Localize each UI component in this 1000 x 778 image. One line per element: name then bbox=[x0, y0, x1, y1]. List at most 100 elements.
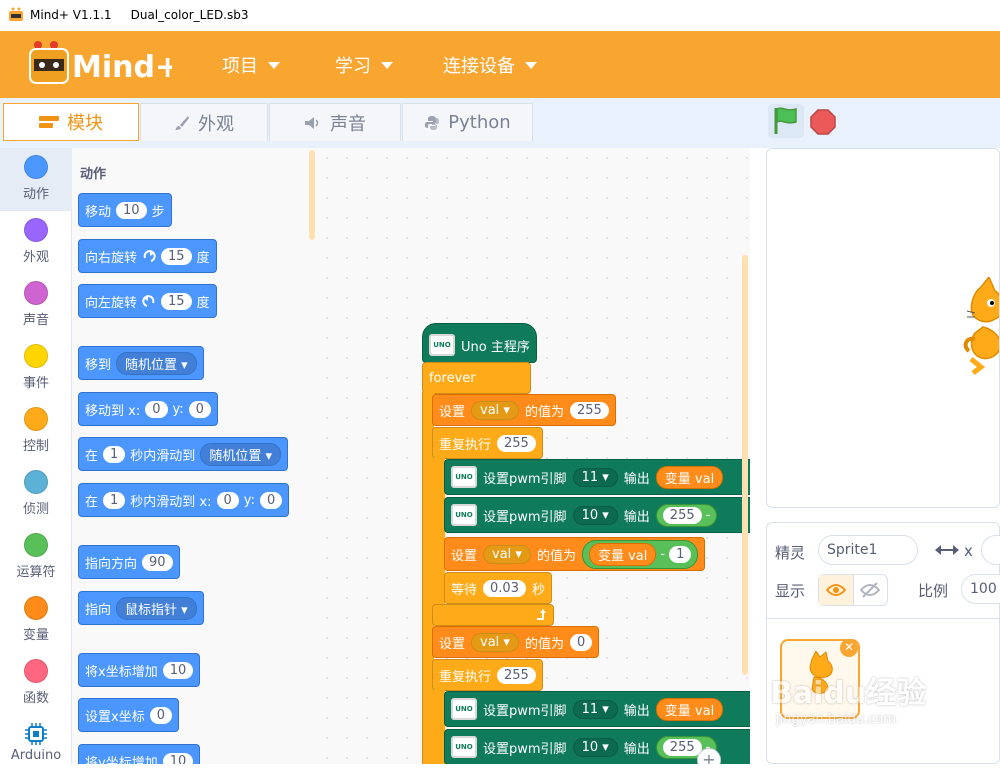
block-input[interactable]: 10 bbox=[116, 201, 147, 219]
hide-button[interactable] bbox=[854, 575, 888, 605]
block-turn-left[interactable]: 向左旋转 15 度 bbox=[78, 284, 217, 318]
uno-board-icon: UNO bbox=[429, 334, 455, 356]
subtract-operator[interactable]: 变量 val -1 bbox=[581, 539, 699, 569]
variable-reporter[interactable]: 变量 val bbox=[655, 697, 724, 721]
block-input[interactable]: 0 bbox=[216, 491, 239, 509]
category-looks[interactable]: 外观 bbox=[0, 211, 72, 274]
block-input[interactable]: 0 bbox=[149, 706, 172, 724]
variable-dropdown[interactable]: val ▾ bbox=[483, 544, 531, 564]
block-text: y: bbox=[243, 492, 255, 508]
block-forever[interactable]: forever bbox=[422, 362, 531, 394]
block-input[interactable]: 255 bbox=[497, 666, 536, 684]
x-input[interactable] bbox=[981, 535, 1000, 565]
block-point-direction[interactable]: 指向方向 90 bbox=[78, 545, 180, 579]
uno-board-icon: UNO bbox=[451, 504, 477, 526]
block-input[interactable]: 0 bbox=[145, 400, 168, 418]
block-input[interactable]: 0 bbox=[259, 491, 283, 509]
stage[interactable] bbox=[766, 148, 1000, 508]
show-button[interactable] bbox=[819, 575, 854, 605]
category-variables[interactable]: 变量 bbox=[0, 589, 72, 652]
pin-dropdown[interactable]: 10 ▾ bbox=[572, 505, 618, 525]
sprite-name-input[interactable]: Sprite1 bbox=[818, 535, 918, 565]
block-change-y[interactable]: 将y坐标增加 10 bbox=[78, 744, 201, 764]
block-input[interactable]: 10 bbox=[162, 752, 194, 764]
repeat-end bbox=[432, 604, 554, 626]
block-input[interactable]: 255 bbox=[497, 434, 536, 452]
block-uno-main[interactable]: UNO Uno 主程序 bbox=[422, 323, 537, 363]
block-goto-xy[interactable]: 移动到 x: 0 y: 0 bbox=[78, 392, 218, 426]
block-input[interactable]: 0 bbox=[188, 400, 211, 418]
tab-python[interactable]: Python bbox=[402, 103, 533, 141]
block-set-variable[interactable]: 设置 val ▾ 的值为 变量 val -1 bbox=[444, 537, 706, 571]
category-label: 运算符 bbox=[16, 565, 56, 580]
script-workspace[interactable]: UNO Uno 主程序 forever 设置 val ▾ 的值为 255 重复执行 25… bbox=[317, 148, 750, 764]
palette-scrollbar[interactable] bbox=[309, 150, 315, 240]
category-motion[interactable]: 动作 bbox=[0, 148, 72, 211]
category-sensing[interactable]: 侦测 bbox=[0, 463, 72, 526]
variable-dropdown[interactable]: val ▾ bbox=[471, 400, 519, 420]
tab-sounds[interactable]: 声音 bbox=[269, 103, 401, 141]
block-input[interactable]: 1 bbox=[103, 491, 126, 509]
subtract-operator[interactable]: 255- bbox=[655, 503, 718, 527]
stop-icon[interactable] bbox=[810, 109, 836, 135]
block-point-towards[interactable]: 指向 鼠标指针 ▾ bbox=[78, 591, 204, 625]
block-input[interactable]: 1 bbox=[103, 445, 126, 463]
pin-dropdown[interactable]: 11 ▾ bbox=[572, 467, 618, 487]
scale-input[interactable]: 100 bbox=[961, 574, 1000, 604]
block-input[interactable]: 15 bbox=[161, 292, 192, 310]
category-sound[interactable]: 声音 bbox=[0, 274, 72, 337]
block-move-steps[interactable]: 移动 10 步 bbox=[78, 193, 172, 227]
block-set-variable[interactable]: 设置 val ▾ 的值为 0 bbox=[432, 626, 600, 658]
loop-arrow-icon bbox=[537, 609, 546, 620]
block-input[interactable]: 255 bbox=[662, 506, 702, 524]
block-wait[interactable]: 等待 0.03 秒 bbox=[444, 572, 552, 604]
tab-blocks[interactable]: 模块 bbox=[3, 103, 139, 141]
block-input[interactable]: 0.03 bbox=[483, 579, 526, 597]
category-operators[interactable]: 运算符 bbox=[0, 526, 72, 589]
pin-dropdown[interactable]: 11 ▾ bbox=[572, 699, 618, 719]
mindplus-logo[interactable]: Mind+ bbox=[24, 39, 172, 89]
block-set-x[interactable]: 设置x坐标 0 bbox=[78, 698, 179, 732]
block-input[interactable]: 255 bbox=[569, 401, 609, 419]
block-set-pwm[interactable]: UNO 设置pwm引脚 11 ▾ 输出 变量 val bbox=[444, 691, 750, 727]
delete-sprite-button[interactable]: ✕ bbox=[840, 639, 858, 657]
block-input[interactable]: 1 bbox=[669, 545, 692, 563]
block-dropdown[interactable]: 随机位置 ▾ bbox=[200, 442, 281, 466]
category-control[interactable]: 控制 bbox=[0, 400, 72, 463]
variable-reporter[interactable]: 变量 val bbox=[655, 465, 724, 489]
block-repeat[interactable]: 重复执行 255 bbox=[432, 427, 543, 459]
block-input[interactable]: 0 bbox=[569, 633, 593, 651]
pin-dropdown[interactable]: 10 ▾ bbox=[572, 737, 618, 757]
block-input[interactable]: 255 bbox=[662, 738, 702, 756]
block-set-pwm[interactable]: UNO 设置pwm引脚 10 ▾ 输出 255- bbox=[444, 497, 750, 533]
block-text: 指向 bbox=[85, 602, 112, 618]
category-arduino[interactable]: Arduino bbox=[0, 715, 72, 778]
category-events[interactable]: 事件 bbox=[0, 337, 72, 400]
category-functions[interactable]: 函数 bbox=[0, 652, 72, 715]
menu-bar: Mind+ 项目 学习 连接设备 bbox=[0, 31, 1000, 98]
workspace-scrollbar[interactable] bbox=[742, 255, 748, 675]
block-glide-xy[interactable]: 在 1 秒内滑动到 x: 0 y: 0 bbox=[78, 483, 290, 517]
tab-costumes[interactable]: 外观 bbox=[140, 103, 268, 141]
block-input[interactable]: 15 bbox=[161, 247, 192, 265]
block-set-pwm[interactable]: UNO 设置pwm引脚 11 ▾ 输出 变量 val bbox=[444, 459, 750, 495]
block-repeat[interactable]: 重复执行 255 bbox=[432, 659, 543, 691]
block-turn-right[interactable]: 向右旋转 15 度 bbox=[78, 239, 217, 273]
block-goto[interactable]: 移到 随机位置 ▾ bbox=[78, 346, 204, 380]
visibility-toggle[interactable] bbox=[818, 574, 888, 606]
block-change-x[interactable]: 将x坐标增加 10 bbox=[78, 653, 201, 687]
block-glide[interactable]: 在 1 秒内滑动到 随机位置 ▾ bbox=[78, 437, 288, 471]
menu-project[interactable]: 项目 bbox=[222, 52, 280, 78]
menu-connect-device[interactable]: 连接设备 bbox=[443, 52, 537, 78]
variable-reporter[interactable]: 变量 val bbox=[588, 542, 657, 566]
block-dropdown[interactable]: 鼠标指针 ▾ bbox=[116, 596, 197, 620]
block-input[interactable]: 10 bbox=[162, 661, 194, 679]
block-dropdown[interactable]: 随机位置 ▾ bbox=[116, 351, 197, 375]
green-flag-button[interactable] bbox=[768, 104, 804, 138]
menu-learn[interactable]: 学习 bbox=[335, 52, 393, 78]
variable-dropdown[interactable]: val ▾ bbox=[471, 632, 519, 652]
block-input[interactable]: 90 bbox=[142, 553, 173, 571]
block-set-variable[interactable]: 设置 val ▾ 的值为 255 bbox=[432, 394, 616, 426]
chevron-down-icon bbox=[381, 61, 393, 69]
category-label: 声音 bbox=[22, 313, 49, 328]
